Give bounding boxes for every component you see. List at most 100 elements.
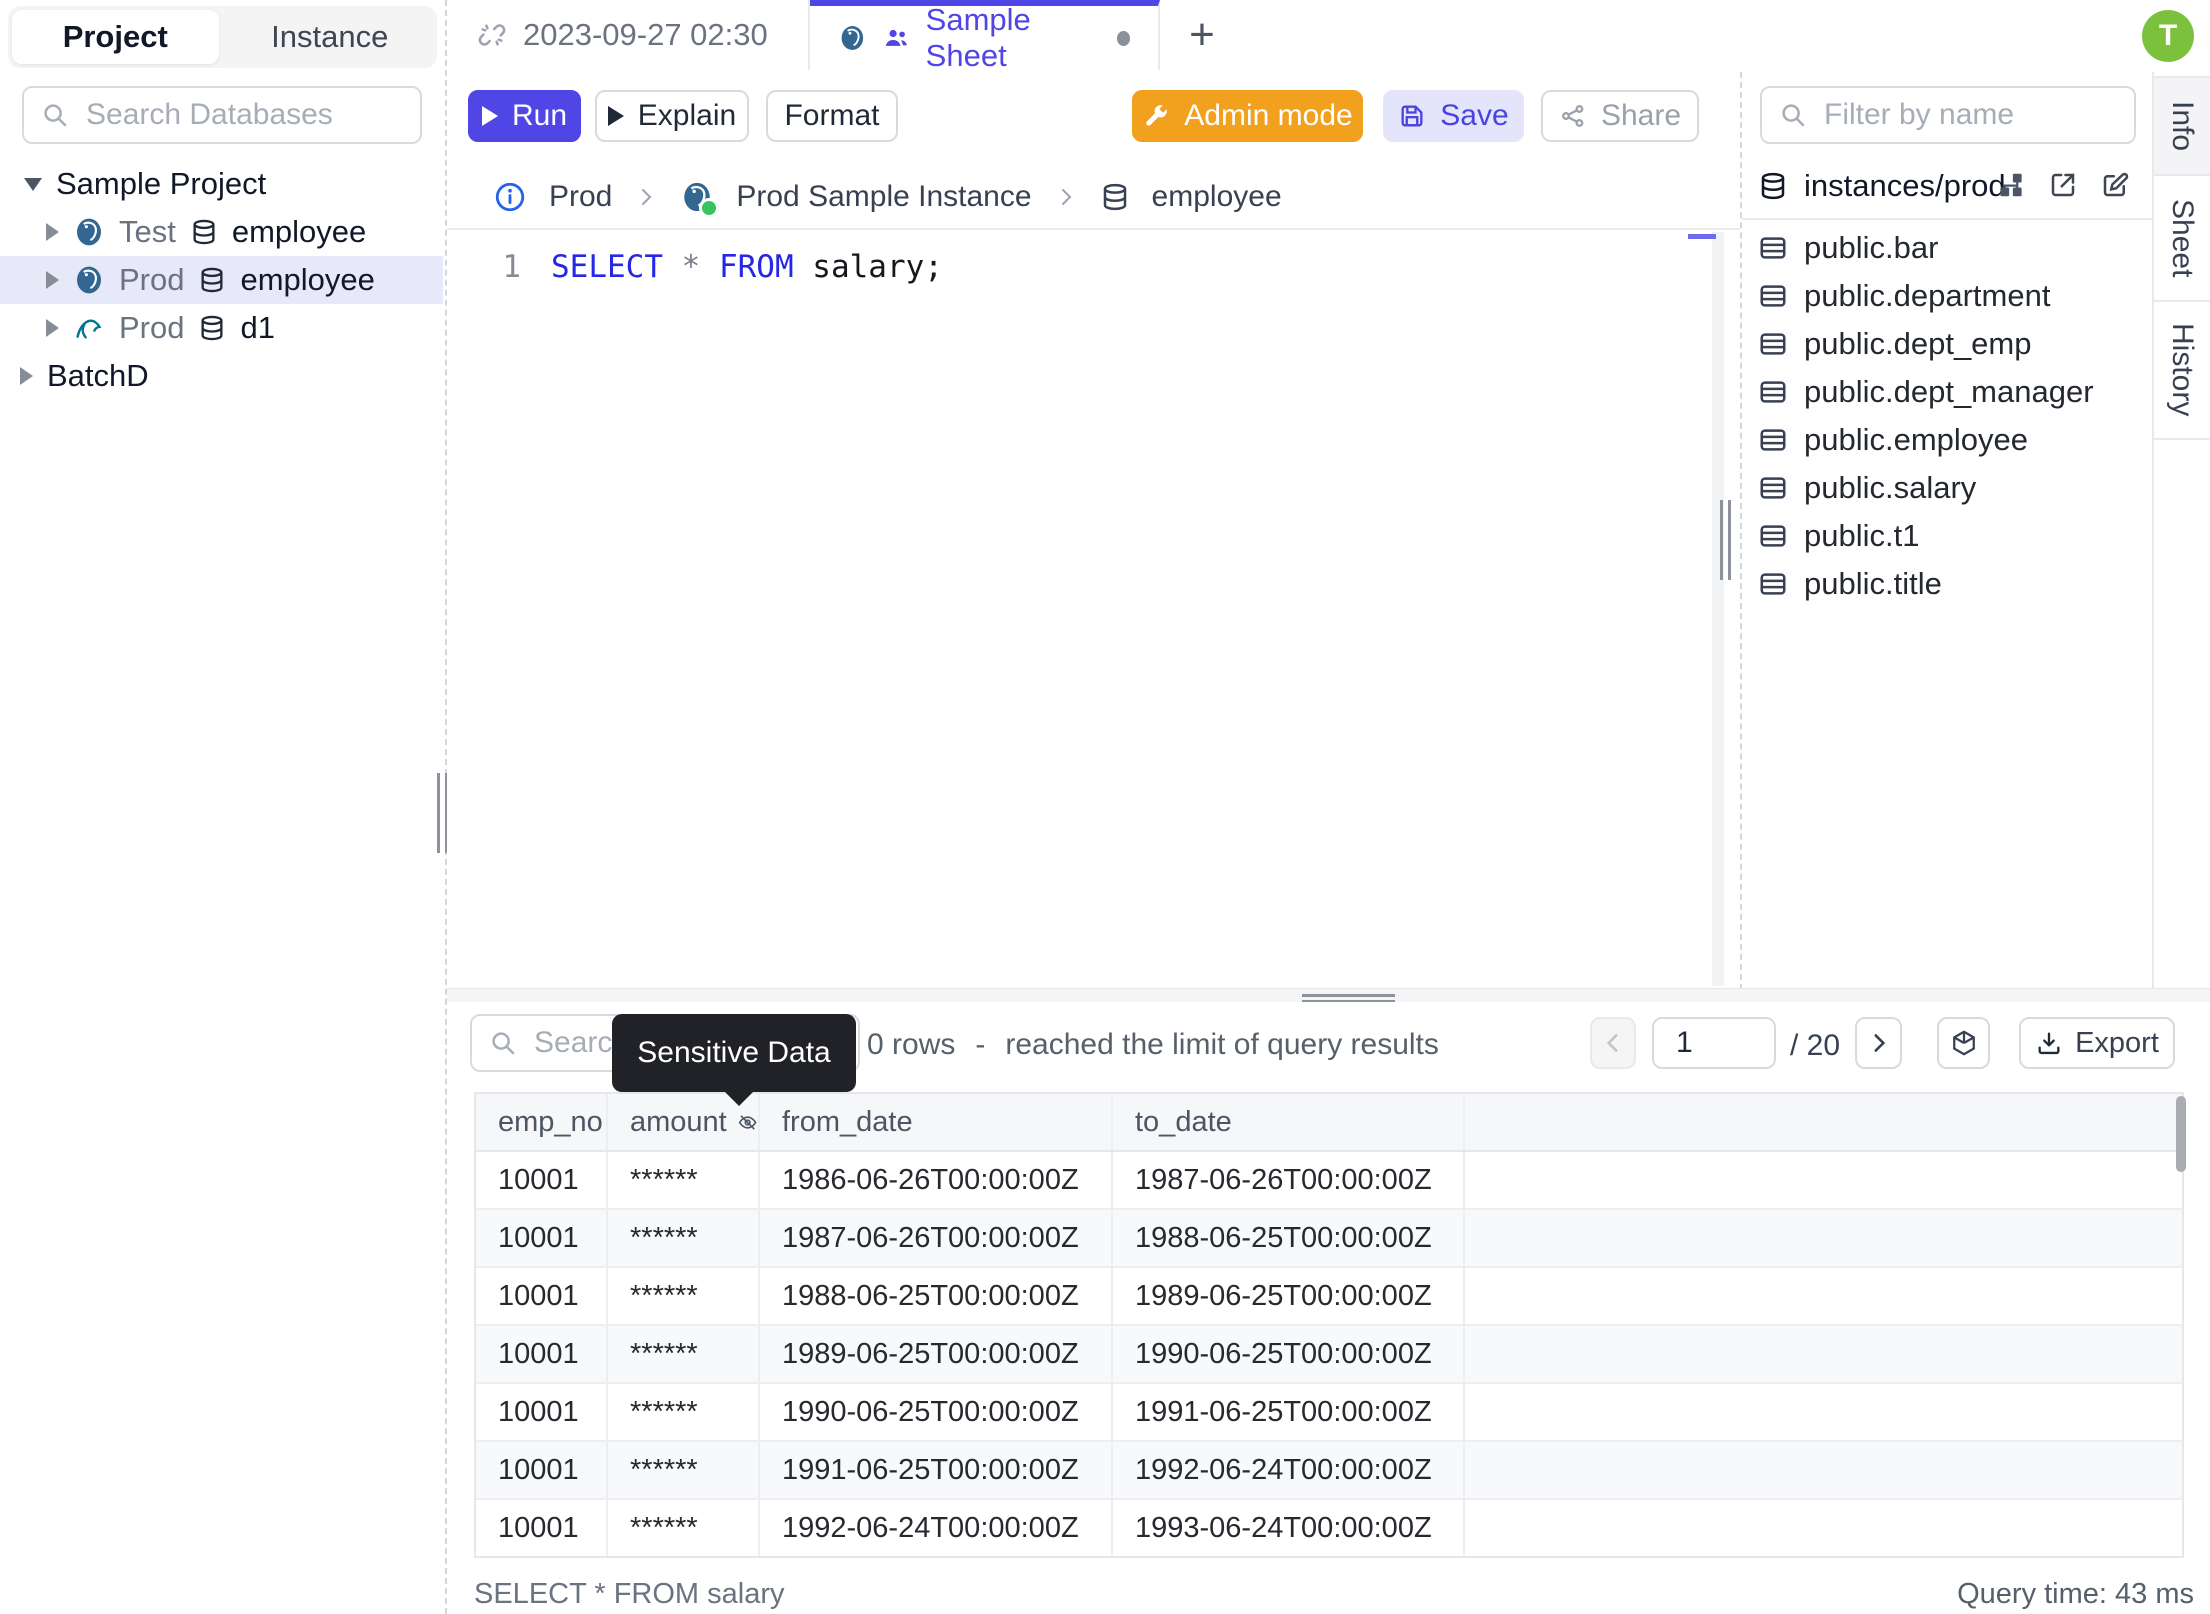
info-circle-icon[interactable] — [493, 180, 527, 214]
cell[interactable]: 10001 — [476, 1152, 608, 1208]
cell-masked[interactable]: ****** — [608, 1326, 760, 1382]
cell-masked[interactable]: ****** — [608, 1442, 760, 1498]
side-tab-history[interactable]: History — [2154, 302, 2210, 440]
table-item[interactable]: public.title — [1742, 560, 2154, 608]
cell[interactable]: 1992-06-24T00:00:00Z — [1113, 1442, 1465, 1498]
download-icon — [2038, 1032, 2060, 1055]
filter-by-name-input[interactable] — [1822, 97, 2118, 133]
table-scrollbar-thumb[interactable] — [2176, 1096, 2186, 1172]
cell[interactable]: 1988-06-25T00:00:00Z — [760, 1268, 1113, 1324]
cell[interactable]: 1986-06-26T00:00:00Z — [760, 1152, 1113, 1208]
table-item[interactable]: public.salary — [1742, 464, 2154, 512]
postgres-icon — [841, 26, 864, 50]
table-item[interactable]: public.bar — [1742, 224, 2154, 272]
cell-masked[interactable]: ****** — [608, 1500, 760, 1556]
page-number-input[interactable] — [1652, 1017, 1776, 1069]
breadcrumb-instance[interactable]: Prod Sample Instance — [736, 180, 1031, 214]
table-icon — [1760, 429, 1786, 451]
sitemap-icon[interactable] — [1996, 170, 2026, 200]
table-item[interactable]: public.employee — [1742, 416, 2154, 464]
explain-button[interactable]: Explain — [595, 90, 749, 142]
column-header[interactable]: emp_no — [476, 1094, 608, 1150]
admin-mode-label: Admin mode — [1184, 99, 1353, 132]
admin-mode-button[interactable]: Admin mode — [1132, 90, 1363, 142]
format-label: Format — [784, 99, 880, 132]
table-row[interactable]: 10001 ****** 1991-06-25T00:00:00Z 1992-0… — [476, 1442, 2182, 1500]
external-link-icon[interactable] — [2048, 170, 2078, 200]
format-button[interactable]: Format — [766, 90, 898, 142]
table-row[interactable]: 10001 ****** 1990-06-25T00:00:00Z 1991-0… — [476, 1384, 2182, 1442]
caret-right-icon[interactable] — [20, 367, 33, 385]
tree-database-row[interactable]: Test employee — [0, 208, 443, 256]
export-button[interactable]: Export — [2019, 1017, 2175, 1069]
cell[interactable]: 1989-06-25T00:00:00Z — [1113, 1268, 1465, 1324]
table-item[interactable]: public.department — [1742, 272, 2154, 320]
breadcrumb-environment[interactable]: Prod — [549, 180, 612, 214]
cell-filler — [1465, 1326, 2182, 1382]
column-header[interactable]: from_date — [760, 1094, 1113, 1150]
avatar[interactable]: T — [2142, 10, 2194, 62]
cell[interactable]: 1989-06-25T00:00:00Z — [760, 1326, 1113, 1382]
table-row[interactable]: 10001 ****** 1988-06-25T00:00:00Z 1989-0… — [476, 1268, 2182, 1326]
cell[interactable]: 1991-06-25T00:00:00Z — [1113, 1384, 1465, 1440]
table-item[interactable]: public.dept_manager — [1742, 368, 2154, 416]
cell-filler — [1465, 1500, 2182, 1556]
edit-icon[interactable] — [2100, 170, 2130, 200]
run-button[interactable]: Run — [468, 90, 581, 142]
cell[interactable]: 1990-06-25T00:00:00Z — [760, 1384, 1113, 1440]
eye-off-icon[interactable] — [737, 1109, 758, 1136]
table-row[interactable]: 10001 ****** 1987-06-26T00:00:00Z 1988-0… — [476, 1210, 2182, 1268]
right-pane-resize-handle[interactable] — [1720, 500, 1732, 580]
cell[interactable]: 10001 — [476, 1384, 608, 1440]
project-name: Sample Project — [56, 166, 267, 201]
caret-right-icon[interactable] — [46, 319, 59, 337]
side-tab-sheet[interactable]: Sheet — [2154, 176, 2210, 302]
search-databases-input[interactable] — [84, 97, 404, 133]
explain-label: Explain — [637, 99, 737, 132]
cell[interactable]: 10001 — [476, 1326, 608, 1382]
caret-right-icon[interactable] — [46, 223, 59, 241]
cell[interactable]: 10001 — [476, 1500, 608, 1556]
tree-project-row[interactable]: Sample Project — [0, 160, 443, 208]
next-page-button[interactable] — [1855, 1017, 1902, 1069]
cell[interactable]: 10001 — [476, 1210, 608, 1266]
tab-instance[interactable]: Instance — [227, 10, 434, 64]
cell[interactable]: 1988-06-25T00:00:00Z — [1113, 1210, 1465, 1266]
cell[interactable]: 1991-06-25T00:00:00Z — [760, 1442, 1113, 1498]
tree-database-row[interactable]: Prod d1 — [0, 304, 443, 352]
caret-down-icon[interactable] — [24, 177, 42, 191]
table-item[interactable]: public.dept_emp — [1742, 320, 2154, 368]
breadcrumb-database[interactable]: employee — [1152, 180, 1282, 214]
cell-masked[interactable]: ****** — [608, 1152, 760, 1208]
cell[interactable]: 1993-06-24T00:00:00Z — [1113, 1500, 1465, 1556]
table-icon — [1760, 573, 1786, 595]
cell[interactable]: 10001 — [476, 1442, 608, 1498]
share-button[interactable]: Share — [1541, 90, 1699, 142]
tab-project[interactable]: Project — [12, 10, 219, 64]
sql-editor[interactable]: 1 SELECT * FROM salary; — [447, 230, 1740, 988]
cube-button[interactable] — [1937, 1017, 1990, 1069]
side-tab-info[interactable]: Info — [2154, 76, 2210, 176]
tree-project-row-batchd[interactable]: BatchD — [0, 352, 443, 400]
cell[interactable]: 1987-06-26T00:00:00Z — [760, 1210, 1113, 1266]
cell-masked[interactable]: ****** — [608, 1384, 760, 1440]
table-row[interactable]: 10001 ****** 1989-06-25T00:00:00Z 1990-0… — [476, 1326, 2182, 1384]
tree-database-row-selected[interactable]: Prod employee — [0, 256, 443, 304]
cell[interactable]: 1992-06-24T00:00:00Z — [760, 1500, 1113, 1556]
cell[interactable]: 1990-06-25T00:00:00Z — [1113, 1326, 1465, 1382]
table-row[interactable]: 10001 ****** 1986-06-26T00:00:00Z 1987-0… — [476, 1152, 2182, 1210]
new-tab-button[interactable]: + — [1162, 0, 1242, 70]
sheet-tab-sample-sheet[interactable]: Sample Sheet — [810, 0, 1160, 73]
sheet-tab-adhoc[interactable]: 2023-09-27 02:30 — [449, 0, 810, 70]
cell-masked[interactable]: ****** — [608, 1268, 760, 1324]
save-button[interactable]: Save — [1383, 90, 1524, 142]
caret-right-icon[interactable] — [46, 271, 59, 289]
prev-page-button[interactable] — [1590, 1017, 1636, 1069]
cell[interactable]: 1987-06-26T00:00:00Z — [1113, 1152, 1465, 1208]
cell[interactable]: 10001 — [476, 1268, 608, 1324]
table-name: public.salary — [1804, 470, 1977, 505]
column-header[interactable]: to_date — [1113, 1094, 1465, 1150]
table-item[interactable]: public.t1 — [1742, 512, 2154, 560]
table-row[interactable]: 10001 ****** 1992-06-24T00:00:00Z 1993-0… — [476, 1500, 2182, 1556]
cell-masked[interactable]: ****** — [608, 1210, 760, 1266]
